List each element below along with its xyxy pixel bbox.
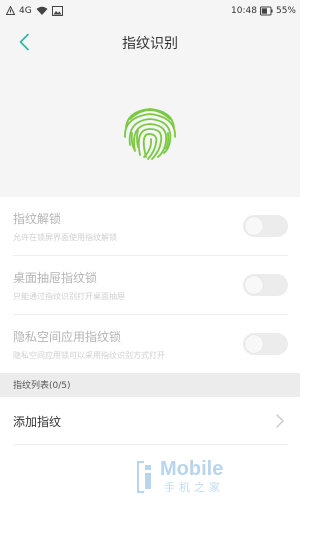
battery-percent: 55% [275,6,296,16]
setting-description: 隐私空间应用锁可以采用指纹识别方式打开 [13,351,165,360]
setting-private-space-lock: 隐私空间应用指纹锁 隐私空间应用锁可以采用指纹识别方式打开 [0,315,300,373]
add-fingerprint-label: 添加指纹 [13,415,62,429]
toggle-knob [245,335,263,353]
fingerprint-list-header: 指纹列表(0/5) [0,373,300,397]
drawer-lock-toggle[interactable] [243,274,288,296]
setting-description: 只能通过指纹识别打开桌面抽屉 [13,292,125,301]
app-header: 指纹识别 [0,22,300,62]
fingerprint-unlock-toggle[interactable] [243,215,288,237]
watermark-logo: Mobile 手机之家 [136,458,236,500]
toggle-knob [245,276,263,294]
setting-description: 允许在锁屏界面使用指纹解锁 [13,233,117,242]
watermark-text: Mobile [160,458,224,480]
setting-drawer-lock: 桌面抽屉指纹锁 只能通过指纹识别打开桌面抽屉 [0,256,300,314]
notification-icon [6,6,15,15]
section-title: 指纹列表(0/5) [13,381,71,391]
imobile-logo-icon [137,461,151,493]
wifi-icon [36,6,48,15]
chevron-right-icon [276,414,284,428]
fingerprint-icon [124,108,176,160]
network-type: 4G [19,6,32,16]
toggle-knob [245,217,263,235]
watermark-subtext: 手机之家 [164,481,224,494]
fingerprint-hero [0,62,300,197]
clock: 10:48 [231,6,257,16]
battery-icon [259,6,273,16]
setting-label: 隐私空间应用指纹锁 [13,330,122,344]
setting-fingerprint-unlock: 指纹解锁 允许在锁屏界面使用指纹解锁 [0,197,300,255]
setting-label: 指纹解锁 [13,212,62,226]
private-space-lock-toggle[interactable] [243,333,288,355]
divider [13,444,288,445]
setting-label: 桌面抽屉指纹锁 [13,271,98,285]
image-icon [51,6,63,16]
add-fingerprint-row[interactable]: 添加指纹 [0,397,300,445]
page-title: 指纹识别 [122,36,178,52]
status-bar: 4G 10:48 55% [0,0,300,22]
